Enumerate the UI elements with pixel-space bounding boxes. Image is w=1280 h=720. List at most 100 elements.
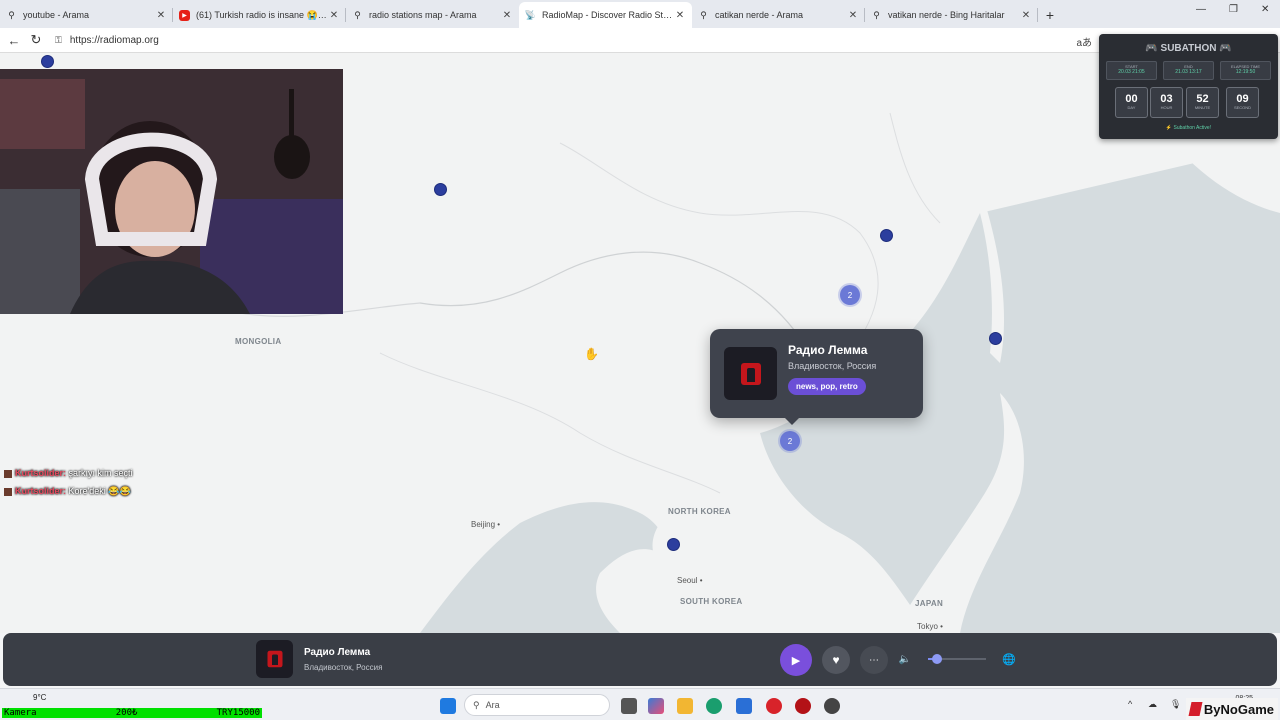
tab-title: radio stations map - Arama xyxy=(369,10,477,20)
close-icon[interactable]: ✕ xyxy=(155,10,167,21)
reload-icon[interactable]: ↻ xyxy=(25,32,47,48)
opera-icon[interactable] xyxy=(766,698,782,714)
app-icon[interactable] xyxy=(795,698,811,714)
tab-radiomap[interactable]: 📡 RadioMap - Discover Radio Stations ✕ xyxy=(519,2,692,28)
volume-icon[interactable]: 🔈 xyxy=(897,651,913,667)
weather-widget[interactable]: 9°C xyxy=(33,693,46,702)
taskbar-search[interactable]: ⚲ Ara xyxy=(464,694,610,716)
webcam-image xyxy=(0,69,343,314)
file-explorer-icon[interactable] xyxy=(677,698,693,714)
globe-icon: 🌐 xyxy=(1002,653,1016,666)
station-marker[interactable] xyxy=(434,183,447,196)
subathon-title: 🎮 SUBATHON 🎮 xyxy=(1145,43,1232,54)
subathon-end: END 21.03 13:17 xyxy=(1163,61,1214,80)
station-cluster[interactable]: 2 xyxy=(780,431,800,451)
tab-catikan-search[interactable]: ⚲ catikan nerde - Arama ✕ xyxy=(692,2,865,28)
task-view-icon[interactable] xyxy=(621,698,637,714)
tab-youtube-search[interactable]: ⚲ youtube - Arama ✕ xyxy=(0,2,173,28)
popup-station-tags: news, pop, retro xyxy=(788,378,866,395)
youtube-icon: ▶ xyxy=(179,9,190,21)
search-icon: ⚲ xyxy=(700,9,707,20)
subathon-status: ⚡ Subathon Active! xyxy=(1165,125,1212,131)
gamepad-icon: 🎮 xyxy=(1219,43,1232,54)
hand-cursor-icon: ✋ xyxy=(584,347,599,361)
url-text: https://radiomap.org xyxy=(69,34,159,46)
player-station-name: Радио Лемма xyxy=(304,647,371,658)
new-tab-button[interactable]: + xyxy=(1038,2,1062,28)
station-marker[interactable] xyxy=(41,55,54,68)
play-button[interactable]: ▶ xyxy=(780,644,812,676)
globe-button[interactable]: 🌐 xyxy=(1000,650,1018,668)
tab-youtube-video[interactable]: ▶ (61) Turkish radio is insane 😭 - Yo ✕ xyxy=(173,2,346,28)
tab-bing-maps[interactable]: ⚲ vatikan nerde - Bing Haritalar ✕ xyxy=(865,2,1038,28)
tab-strip: ⚲ youtube - Arama ✕ ▶ (61) Turkish radio… xyxy=(0,0,1280,28)
subathon-days: 00 DAY xyxy=(1115,87,1148,118)
chat-badge-icon xyxy=(4,487,12,496)
popup-station-location: Владивосток, Россия xyxy=(788,361,877,371)
close-icon[interactable]: ✕ xyxy=(328,10,340,21)
country-label-japan: JAPAN xyxy=(915,599,944,608)
chat-message: Kurtsolider: şarkıyı kim seçti xyxy=(4,468,133,478)
subathon-hours: 03 HOUR xyxy=(1150,87,1183,118)
subathon-start: START 20.03 21:05 xyxy=(1106,61,1157,80)
copilot-icon[interactable] xyxy=(648,698,664,714)
search-icon: ⚲ xyxy=(473,699,480,710)
play-icon: ▶ xyxy=(791,654,801,667)
donation-bar: Kamera 200₺ TRY15000 xyxy=(2,708,262,718)
address-bar: ← ↻ ⚿ https://radiomap.org aあ xyxy=(0,28,1280,53)
station-marker[interactable] xyxy=(880,229,893,242)
station-marker[interactable] xyxy=(667,538,680,551)
webcam-overlay xyxy=(0,69,343,314)
player-bar: Радио Лемма Владивосток, Россия ▶ ♥ ⋯ 🔈 … xyxy=(3,633,1277,686)
volume-slider[interactable] xyxy=(928,654,986,664)
player-station-logo xyxy=(256,640,293,678)
station-marker[interactable] xyxy=(989,332,1002,345)
search-icon: ⚲ xyxy=(873,9,880,20)
donation-goal: TRY15000 xyxy=(216,708,260,718)
close-window-icon[interactable]: ✕ xyxy=(1261,4,1269,15)
country-label-mongolia: MONGOLIA xyxy=(235,337,282,346)
minimize-icon[interactable]: — xyxy=(1196,4,1206,15)
popup-station-name: Радио Лемма xyxy=(788,343,868,357)
mail-icon[interactable] xyxy=(736,698,752,714)
favorite-button[interactable]: ♥ xyxy=(822,646,850,674)
search-icon: ⚲ xyxy=(354,9,361,20)
tab-title: RadioMap - Discover Radio Stations xyxy=(542,10,674,20)
player-station-location: Владивосток, Россия xyxy=(304,663,383,672)
translate-icon[interactable]: aあ xyxy=(1076,34,1092,49)
gamepad-icon: 🎮 xyxy=(1145,43,1158,54)
volume-knob[interactable] xyxy=(931,654,942,664)
radio-icon: 📡 xyxy=(524,9,537,20)
tab-title: catikan nerde - Arama xyxy=(715,10,804,20)
url-field[interactable]: ⚿ https://radiomap.org xyxy=(55,31,1280,50)
close-icon[interactable]: ✕ xyxy=(847,10,859,21)
subathon-elapsed: ELAPSED TIME 12:19:50 xyxy=(1220,61,1271,80)
station-cluster[interactable]: 2 xyxy=(840,285,860,305)
close-icon[interactable]: ✕ xyxy=(501,10,513,21)
back-icon[interactable]: ← xyxy=(3,33,25,48)
site-info-icon[interactable]: ⚿ xyxy=(55,35,62,46)
more-icon: ⋯ xyxy=(869,654,879,666)
country-label-north-korea: NORTH KOREA xyxy=(668,507,731,516)
restore-icon[interactable]: ❐ xyxy=(1229,4,1238,15)
heart-icon: ♥ xyxy=(832,653,840,667)
close-icon[interactable]: ✕ xyxy=(674,10,686,21)
city-label-beijing: Beijing • xyxy=(471,520,501,529)
more-button[interactable]: ⋯ xyxy=(860,646,888,674)
country-label-south-korea: SOUTH KOREA xyxy=(680,597,743,606)
station-logo xyxy=(724,347,777,400)
edge-icon[interactable] xyxy=(706,698,722,714)
city-label-tokyo: Tokyo • xyxy=(917,622,943,631)
chat-message: Kurtsolider: Kore'deki 😂😂 xyxy=(4,486,131,497)
start-icon[interactable] xyxy=(440,698,456,714)
close-icon[interactable]: ✕ xyxy=(1020,10,1032,21)
obs-icon[interactable] xyxy=(824,698,840,714)
tray-chevron-icon[interactable]: ^ xyxy=(1128,699,1132,709)
cloud-icon[interactable]: ☁ xyxy=(1148,699,1157,710)
chat-badge-icon xyxy=(4,469,12,478)
station-popup[interactable]: Радио Лемма Владивосток, Россия news, po… xyxy=(710,329,923,425)
tab-radio-search[interactable]: ⚲ radio stations map - Arama ✕ xyxy=(346,2,519,28)
city-label-seoul: Seoul • xyxy=(677,576,703,585)
tab-title: youtube - Arama xyxy=(23,10,90,20)
mic-icon[interactable]: 🎙 xyxy=(1170,699,1181,710)
